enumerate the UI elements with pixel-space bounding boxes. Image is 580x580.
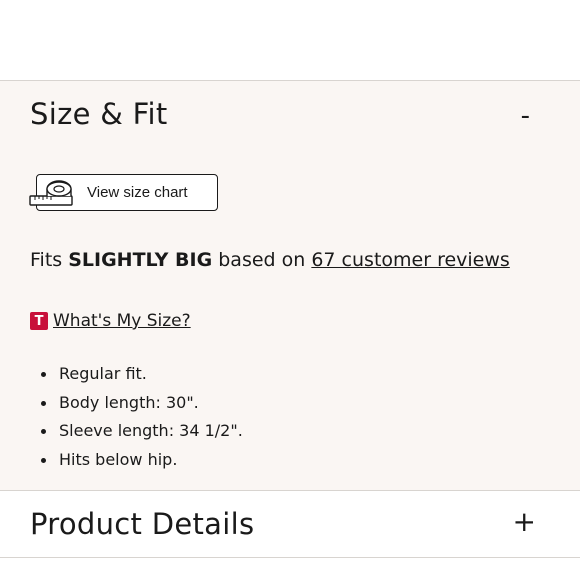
list-item: Hits below hip. — [30, 450, 243, 479]
fit-prefix: Fits — [30, 249, 69, 271]
size-fit-section: Size & Fit - View size chart Fits SLIGHT… — [0, 81, 580, 491]
list-item: Regular fit. — [30, 364, 243, 393]
t-logo-icon: T — [30, 312, 48, 330]
list-item: Sleeve length: 34 1/2". — [30, 421, 243, 450]
customer-reviews-link[interactable]: 67 customer reviews — [311, 249, 509, 271]
measuring-tape-icon — [29, 179, 75, 210]
size-chart-label: View size chart — [87, 184, 188, 201]
fit-details-list: Regular fit. Body length: 30". Sleeve le… — [30, 364, 243, 478]
whats-my-size-row: T What's My Size? — [30, 311, 191, 331]
fit-summary: Fits SLIGHTLY BIG based on 67 customer r… — [30, 249, 510, 271]
expand-product-details-button[interactable]: + — [513, 508, 536, 536]
size-fit-header[interactable]: Size & Fit - — [0, 81, 580, 153]
view-size-chart-button[interactable]: View size chart — [29, 174, 218, 211]
whats-my-size-link[interactable]: What's My Size? — [53, 311, 191, 331]
collapse-size-fit-button[interactable]: - — [521, 103, 530, 129]
product-details-title: Product Details — [30, 507, 255, 541]
fit-value: SLIGHTLY BIG — [68, 249, 213, 271]
size-fit-title: Size & Fit — [30, 97, 168, 131]
fit-middle: based on — [212, 249, 312, 271]
list-item: Body length: 30". — [30, 393, 243, 422]
top-spacer — [0, 0, 580, 81]
product-details-section[interactable]: Product Details + — [0, 491, 580, 558]
